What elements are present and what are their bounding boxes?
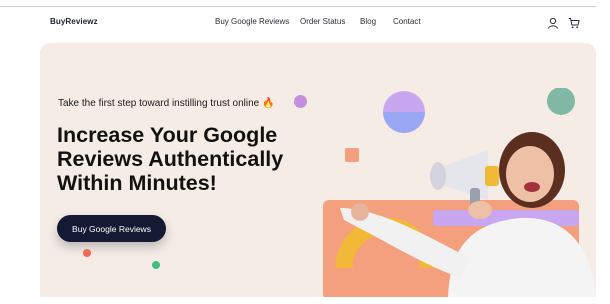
decor-dot-purple	[294, 95, 307, 108]
user-icon[interactable]	[547, 16, 559, 29]
brand-logo[interactable]: BuyReviewz	[50, 17, 98, 26]
headline-line: Increase Your Google	[57, 123, 278, 147]
headline-line: Within Minutes!	[57, 171, 217, 195]
nav-buy-google-reviews[interactable]: Buy Google Reviews	[215, 17, 289, 26]
hero-headline: Increase Your Google Reviews Authentical…	[57, 123, 317, 195]
decor-dot-green	[152, 261, 160, 269]
decor-dot-red	[83, 249, 91, 257]
headline-line: Reviews Authentically	[57, 147, 284, 171]
hero-section: Take the first step toward instilling tr…	[40, 43, 596, 297]
nav-order-status[interactable]: Order Status	[300, 17, 345, 26]
buy-google-reviews-button[interactable]: Buy Google Reviews	[57, 215, 166, 242]
page-bottom-strip	[0, 297, 610, 304]
nav-blog[interactable]: Blog	[360, 17, 376, 26]
fire-emoji: 🔥	[262, 98, 275, 109]
hero-illustration	[323, 88, 596, 297]
cart-icon[interactable]	[568, 16, 580, 29]
hero-tagline: Take the first step toward instilling tr…	[58, 98, 275, 109]
nav-contact[interactable]: Contact	[393, 17, 421, 26]
